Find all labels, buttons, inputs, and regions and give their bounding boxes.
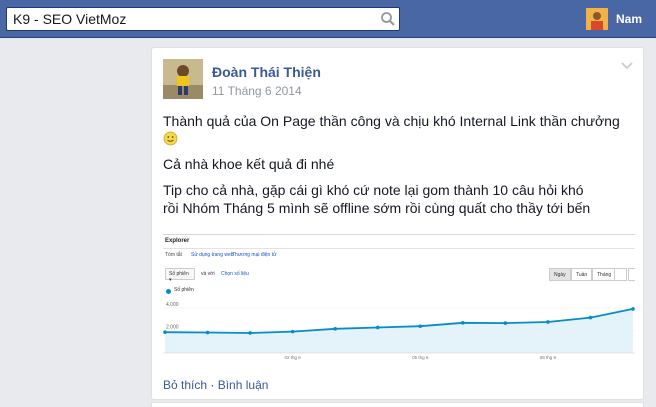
smiley-emoji-icon (163, 131, 178, 146)
action-separator: · (207, 378, 218, 392)
data-point (333, 327, 337, 331)
legend-label: Số phiên (174, 287, 194, 293)
post-line-3: Tip cho cả nhà, gặp cái gì khó cứ note l… (163, 182, 584, 198)
data-point (588, 315, 593, 320)
post-card: Đoàn Thái Thiện 11 Tháng 6 2014 Thành qu… (151, 47, 644, 400)
search-icon[interactable] (379, 10, 397, 28)
author-avatar[interactable] (163, 59, 203, 99)
data-point (163, 330, 167, 334)
data-point (418, 324, 423, 329)
post-line-4: rồi Nhóm Tháng 5 mình sẽ offline sớm rồi… (163, 200, 591, 216)
x-tick-label: 08 thg 6 (540, 355, 557, 360)
post-text-2: Cả nhà khoe kết quả đi nhé (163, 156, 335, 172)
legend-dot (166, 289, 171, 294)
segment-month: Tháng (592, 268, 617, 281)
next-card-edge (151, 402, 644, 407)
comment-link[interactable]: Bình luận (218, 378, 269, 392)
tab-ecommerce: Thương mại điện tử (232, 252, 277, 258)
explorer-title: Explorer (165, 238, 190, 244)
vs-label: và với (201, 271, 215, 277)
segment-day: Ngày (549, 268, 571, 281)
data-point (546, 320, 550, 324)
metric-select-label: Số phiên (169, 271, 189, 277)
metric-select: Số phiên ▾ (165, 268, 195, 283)
chevron-down-icon[interactable] (621, 62, 633, 70)
data-point (461, 321, 465, 325)
line-chart-icon (614, 268, 627, 281)
sessions-line-chart: 2.000 4.000 02 thg 6 05 thg 6 08 thg 6 (163, 302, 635, 360)
search-box[interactable]: K9 - SEO VietMoz (6, 7, 400, 31)
data-point (503, 321, 508, 325)
data-point (375, 325, 380, 330)
data-point (631, 307, 635, 311)
user-avatar[interactable] (586, 8, 608, 30)
post-text-1: Thành quả của On Page thần công và chịu … (163, 112, 633, 148)
y-tick-label: 4.000 (166, 302, 179, 308)
post-line-1: Thành quả của On Page thần công và chịu … (163, 113, 620, 129)
divider (163, 248, 635, 249)
choose-metric: Chọn số liệu (221, 271, 249, 277)
unlike-link[interactable]: Bỏ thích (163, 378, 207, 392)
user-name[interactable]: Nam (616, 12, 642, 26)
data-point (290, 329, 295, 334)
segment-week: Tuần (571, 268, 593, 281)
post-actions: Bỏ thích · Bình luận (163, 378, 268, 392)
search-input[interactable]: K9 - SEO VietMoz (13, 11, 126, 27)
analytics-screenshot[interactable]: Explorer Tóm tắt Sử dụng trang web Thươn… (163, 234, 635, 361)
post-date[interactable]: 11 Tháng 6 2014 (212, 84, 302, 98)
y-tick-label: 2.000 (166, 325, 179, 331)
series-area (165, 308, 633, 353)
tab-site-usage: Sử dụng trang web (191, 252, 234, 258)
data-point (248, 331, 252, 335)
tab-summary: Tóm tắt (165, 252, 182, 258)
post-author[interactable]: Đoàn Thái Thiện (212, 64, 321, 80)
top-bar: K9 - SEO VietMoz Nam (0, 0, 656, 38)
x-tick-label: 02 thg 6 (285, 355, 302, 360)
x-tick-label: 05 thg 6 (412, 355, 429, 360)
data-point (205, 330, 210, 335)
chart-type-icon (628, 268, 635, 281)
post-text-3: Tip cho cả nhà, gặp cái gì khó cứ note l… (163, 181, 633, 217)
